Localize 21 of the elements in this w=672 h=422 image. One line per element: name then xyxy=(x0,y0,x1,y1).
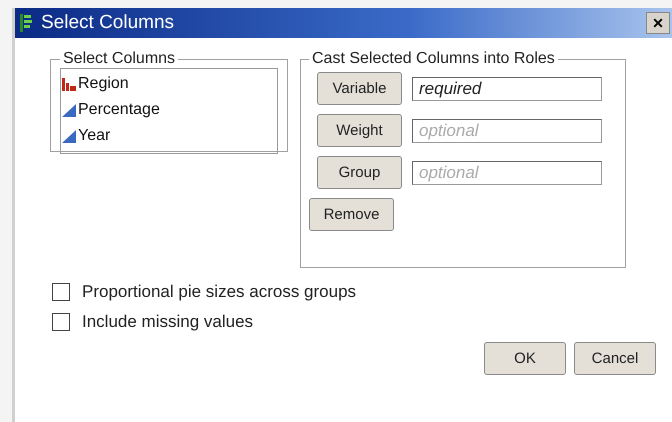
checkbox[interactable] xyxy=(52,313,70,331)
ok-button[interactable]: OK xyxy=(484,342,566,375)
list-item[interactable]: Region xyxy=(61,71,277,97)
checkbox-label: Proportional pie sizes across groups xyxy=(82,282,356,302)
close-button[interactable]: × xyxy=(646,12,670,34)
role-button[interactable]: Variable xyxy=(317,72,402,105)
window-title: Select Columns xyxy=(41,12,176,34)
role-button[interactable]: Group xyxy=(317,156,402,189)
input-field[interactable]: required xyxy=(412,76,602,100)
checkbox[interactable] xyxy=(52,283,70,301)
app-icon xyxy=(19,13,33,33)
checkbox-label: Include missing values xyxy=(82,312,254,332)
list-item[interactable]: Year xyxy=(61,123,277,149)
group-title: Select Columns xyxy=(62,50,176,68)
list-item[interactable]: Percentage xyxy=(61,97,277,123)
cancel-button[interactable]: Cancel xyxy=(574,342,656,375)
role-button[interactable]: Weight xyxy=(317,114,402,147)
group-title: Cast Selected Columns into Roles xyxy=(311,50,556,68)
input-field[interactable]: optional xyxy=(412,160,602,184)
remove-button[interactable]: Remove xyxy=(309,198,394,231)
input-field[interactable]: optional xyxy=(412,118,602,142)
